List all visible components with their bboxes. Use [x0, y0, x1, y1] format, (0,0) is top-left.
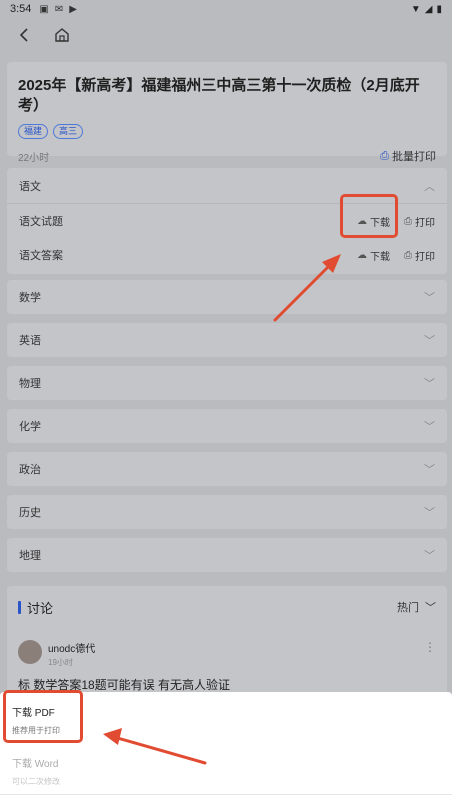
nav-bar [0, 18, 452, 52]
comment-user[interactable]: unodc德代 [48, 640, 95, 655]
wifi-icon: ▼ [410, 3, 421, 15]
avatar[interactable] [18, 640, 42, 664]
subject-row-history[interactable]: 历史 ﹀ [7, 495, 447, 529]
print-label: 打印 [415, 251, 435, 263]
message-icon: ▣ [39, 3, 49, 15]
sort-dropdown[interactable]: 热门 ﹀ [397, 599, 436, 615]
file-name: 语文答案 [19, 250, 63, 262]
home-icon[interactable] [52, 25, 72, 45]
signal-icon: ◢ [424, 3, 433, 15]
status-bar: 3:54 ▣ ✉ ▶ ▼ ◢ ▮ [0, 0, 452, 18]
printer-icon: ⎙ [380, 149, 389, 162]
sort-label: 热门 [397, 602, 419, 614]
chevron-down-icon: ﹀ [424, 421, 435, 433]
discussion-section: 讨论 热门 ﹀ unodc德代 19小时 ⋮ 标 数学答案18题可能有误 有无高… [7, 586, 447, 696]
subject-label: 语文 [19, 180, 41, 193]
exam-header-card: 2025年【新高考】福建福州三中高三第十一次质检（2月底开考） 福建 高三 22… [7, 62, 447, 164]
print-button[interactable]: ⎙ 打印 [404, 214, 435, 229]
subject-row-physics[interactable]: 物理 ﹀ [7, 366, 447, 400]
exam-title: 2025年【新高考】福建福州三中高三第十一次质检（2月底开考） [18, 77, 420, 114]
file-name: 语文试题 [19, 216, 63, 228]
divider [0, 794, 452, 795]
section-marker [18, 600, 21, 614]
print-button[interactable]: ⎙ 打印 [404, 248, 435, 263]
subject-label: 政治 [19, 464, 41, 476]
annotation-highlight-pdf [3, 690, 83, 743]
tag-region[interactable]: 福建 [18, 124, 49, 139]
print-label: 打印 [415, 217, 435, 229]
subject-label: 英语 [19, 335, 41, 347]
printer-icon: ⎙ [404, 249, 412, 261]
comment-item: unodc德代 19小时 ⋮ [18, 640, 436, 668]
discussion-title: 讨论 [27, 600, 54, 616]
battery-icon: ▮ [436, 3, 442, 15]
subject-label: 物理 [19, 378, 41, 390]
batch-print-label: 批量打印 [392, 151, 436, 163]
subject-label: 化学 [19, 421, 41, 433]
chevron-down-icon: ﹀ [424, 378, 435, 390]
download-button[interactable]: ☁ 下载 [357, 248, 390, 263]
mail-icon: ✉ [54, 3, 64, 15]
subject-row-chemistry[interactable]: 化学 ﹀ [7, 409, 447, 443]
subject-label: 数学 [19, 292, 41, 304]
tag-list: 福建 高三 [18, 124, 436, 139]
word-option-title: 下载 Word [12, 759, 59, 770]
more-options-icon[interactable]: ⋮ [424, 640, 436, 654]
chevron-down-icon: ﹀ [424, 335, 435, 347]
chevron-down-icon: ﹀ [424, 507, 435, 519]
subject-row-politics[interactable]: 政治 ﹀ [7, 452, 447, 486]
printer-icon: ⎙ [404, 215, 412, 227]
subject-row-geography[interactable]: 地理 ﹀ [7, 538, 447, 572]
chevron-down-icon: ﹀ [425, 602, 436, 614]
chevron-left-icon[interactable] [14, 25, 34, 45]
annotation-highlight-download [340, 194, 398, 238]
subject-row-english[interactable]: 英语 ﹀ [7, 323, 447, 357]
chevron-up-icon: ︿ [424, 180, 435, 193]
cloud-download-icon: ☁ [357, 249, 367, 261]
file-row: 语文答案 ☁ 下载 ⎙ 打印 [7, 238, 447, 272]
subject-row-math[interactable]: 数学 ﹀ [7, 280, 447, 314]
chevron-down-icon: ﹀ [424, 550, 435, 562]
word-option-subtitle: 可以二次修改 [12, 777, 60, 786]
comment-time: 19小时 [48, 658, 73, 667]
chevron-down-icon: ﹀ [424, 292, 435, 304]
time-ago: 22小时 [18, 152, 50, 164]
batch-print-button[interactable]: ⎙ 批量打印 [380, 148, 436, 164]
subject-label: 历史 [19, 507, 41, 519]
status-time: 3:54 [10, 3, 32, 15]
chevron-down-icon: ﹀ [424, 464, 435, 476]
download-word-option[interactable]: 下载 Word 可以二次修改 [12, 755, 60, 787]
tag-grade[interactable]: 高三 [53, 124, 84, 139]
download-label: 下载 [370, 251, 390, 263]
play-icon: ▶ [69, 3, 77, 15]
subject-label: 地理 [19, 550, 41, 562]
